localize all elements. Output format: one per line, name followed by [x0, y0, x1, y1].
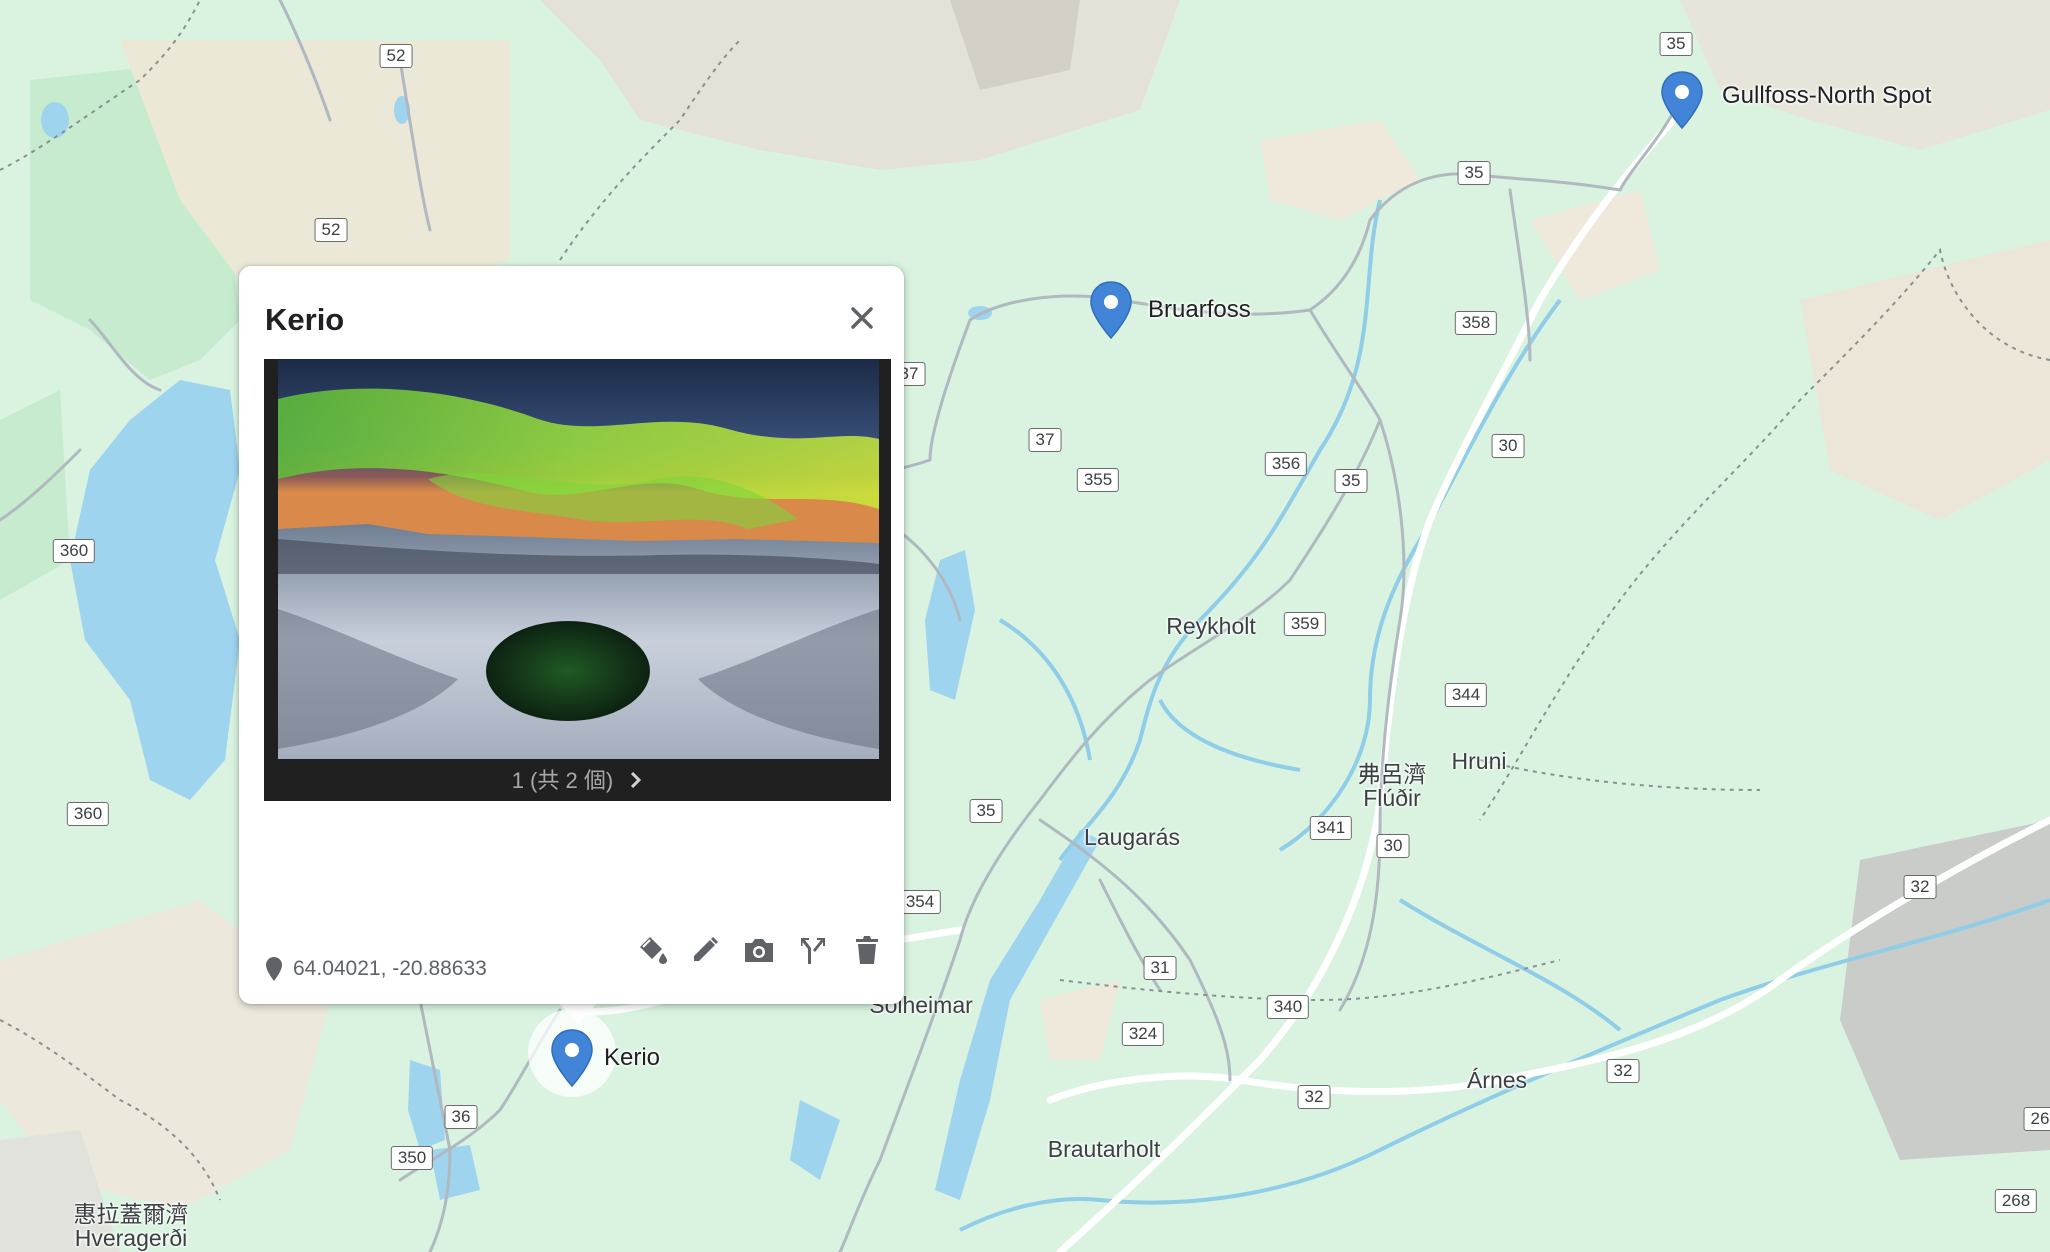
town-label-hruni[interactable]: Hruni: [1452, 748, 1507, 774]
town-label-hveragerdi-zh[interactable]: 惠拉蓋爾濟: [74, 1201, 189, 1227]
next-photo-button[interactable]: [629, 769, 643, 795]
road-shield: 350: [390, 1146, 434, 1170]
town-label-brautarholt[interactable]: Brautarholt: [1048, 1136, 1161, 1162]
add-photo-button[interactable]: [739, 930, 779, 970]
road-shield: 340: [1266, 995, 1310, 1019]
marker-label-bruarfoss[interactable]: Bruarfoss: [1148, 296, 1251, 324]
road-shield: 31: [1143, 956, 1177, 980]
road-shield: 52: [379, 44, 413, 68]
road-shield: 32: [1606, 1059, 1640, 1083]
road-shield: 37: [1028, 428, 1062, 452]
coordinates-text: 64.04021, -20.88633: [293, 957, 487, 980]
directions-button[interactable]: [793, 930, 833, 970]
town-label-reykholt[interactable]: Reykholt: [1166, 613, 1255, 639]
road-shield: 360: [66, 802, 110, 826]
road-shield: 32: [1903, 875, 1937, 899]
road-shield: 268: [1994, 1189, 2038, 1213]
close-button[interactable]: [842, 298, 882, 338]
map-pin-kerio-selected[interactable]: [550, 1028, 594, 1088]
road-shield: 35: [1659, 32, 1693, 56]
road-shield: 324: [1121, 1022, 1165, 1046]
road-shield: 35: [969, 799, 1003, 823]
photo-gallery[interactable]: 1 (共 2 個): [264, 359, 891, 801]
marker-label-kerio[interactable]: Kerio: [604, 1044, 660, 1072]
aurora-photo[interactable]: [278, 359, 879, 759]
place-info-popup: Kerio 1 (共 2 個) 64.04021, -20.88633: [239, 266, 904, 1004]
town-label-laugaras[interactable]: Laugarás: [1084, 824, 1180, 850]
town-label-fludir[interactable]: Flúðir: [1363, 785, 1421, 811]
popup-title: Kerio: [265, 302, 345, 337]
edit-button[interactable]: [685, 930, 725, 970]
road-shield: 355: [1076, 468, 1120, 492]
photo-counter: 1 (共 2 個): [264, 763, 891, 795]
chevron-right-icon: [631, 772, 642, 789]
road-shield: 356: [1264, 452, 1308, 476]
road-shield: 32: [1297, 1085, 1331, 1109]
town-label-arnes[interactable]: Árnes: [1467, 1067, 1527, 1093]
pencil-icon: [694, 936, 719, 961]
style-button[interactable]: [631, 930, 671, 970]
road-shield: 26: [2023, 1107, 2050, 1131]
directions-icon: [801, 938, 825, 964]
paint-bucket-icon: [640, 937, 667, 964]
road-shield: 344: [1444, 683, 1488, 707]
road-shield: 359: [1283, 612, 1327, 636]
road-shield: 36: [444, 1105, 478, 1129]
map-pin-bruarfoss[interactable]: [1089, 280, 1133, 340]
road-shield: 52: [314, 218, 348, 242]
map-pin-gullfoss[interactable]: [1660, 70, 1704, 130]
coordinates-row: 64.04021, -20.88633: [265, 954, 487, 984]
road-shield: 30: [1376, 834, 1410, 858]
popup-toolbar: [631, 930, 887, 970]
road-shield: 35: [1457, 161, 1491, 185]
trash-icon: [856, 936, 878, 964]
photo-counter-text: 1 (共 2 個): [511, 768, 614, 793]
road-shield: 35: [1334, 469, 1368, 493]
road-shield: 360: [52, 539, 96, 563]
road-shield: 358: [1454, 311, 1498, 335]
road-shield: 354: [898, 890, 942, 914]
close-icon: [851, 307, 873, 329]
town-label-hveragerdi[interactable]: Hveragerði: [75, 1225, 188, 1251]
town-label-fludir-zh[interactable]: 弗呂濟: [1358, 761, 1427, 787]
road-shield: 30: [1491, 434, 1525, 458]
camera-icon: [745, 939, 773, 962]
delete-button[interactable]: [847, 930, 887, 970]
location-pin-icon: [266, 957, 282, 981]
road-shield: 341: [1309, 816, 1353, 840]
marker-label-gullfoss[interactable]: Gullfoss-North Spot: [1722, 82, 1931, 110]
